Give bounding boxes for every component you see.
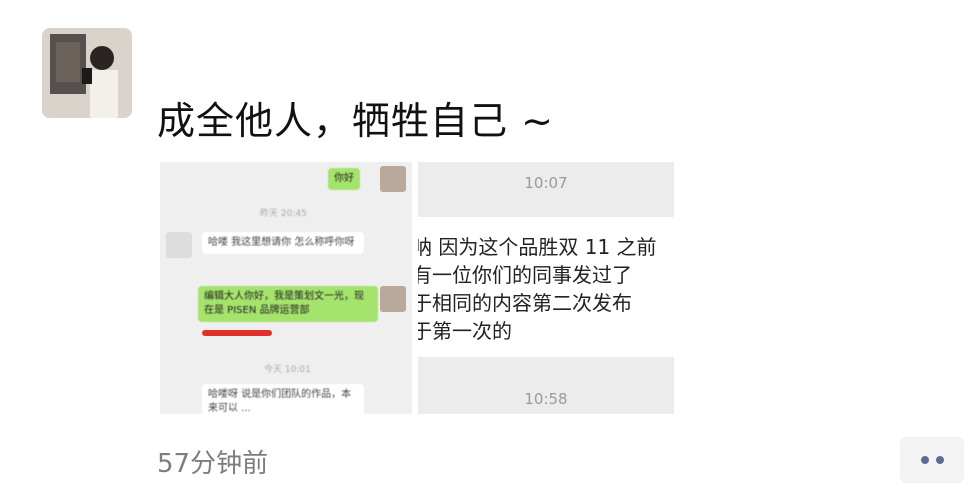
chat-line-1: 呐 因为这个品胜双 11 之前 <box>418 235 657 259</box>
user-avatar[interactable] <box>42 28 132 118</box>
chat-avatar-3 <box>380 286 406 312</box>
chat-bubble-large: 呐 因为这个品胜双 11 之前 有一位你们的同事发过了 于相同的内容第二次发布 … <box>418 217 674 357</box>
chat-bubble-sent: 你好 <box>328 168 360 190</box>
chat-avatar-1 <box>380 166 406 192</box>
chat-line-3: 于相同的内容第二次发布 <box>418 291 632 315</box>
dot-icon <box>920 456 929 464</box>
chat-bubble-received-1: 哈喽 我这里想请你 怎么称呼你呀 <box>202 232 364 254</box>
post-timestamp: 57分钟前 <box>157 449 269 479</box>
post-image-2[interactable]: 10:07 呐 因为这个品胜双 11 之前 有一位你们的同事发过了 于相同的内容… <box>418 162 674 414</box>
avatar-photo <box>42 28 132 118</box>
chat-line-4: 于第一次的 <box>418 319 512 343</box>
chat-time-bottom: 10:58 <box>524 390 568 408</box>
red-scribble <box>202 330 272 336</box>
chat-bubble-received-2: 哈喽呀 说是你们团队的作品，本来可以 ... <box>202 384 364 414</box>
chat-bubble-sent-2: 编辑大人你好，我是策划文一光，现在是 PISEN 品牌运营部 <box>198 286 378 322</box>
dot-icon <box>935 456 944 464</box>
post-text: 成全他人，牺牲自己 ~ <box>157 99 554 143</box>
chat-time-1: 昨天 20:45 <box>260 209 307 219</box>
chat-line-2: 有一位你们的同事发过了 <box>418 263 632 287</box>
chat-time-top: 10:07 <box>524 174 568 192</box>
chat-avatar-2 <box>166 232 192 258</box>
more-options-button[interactable] <box>900 437 964 483</box>
post-image-1[interactable]: 你好 昨天 20:45 哈喽 我这里想请你 怎么称呼你呀 编辑大人你好，我是策划… <box>160 162 412 414</box>
chat-time-2: 今天 10:01 <box>264 365 311 375</box>
